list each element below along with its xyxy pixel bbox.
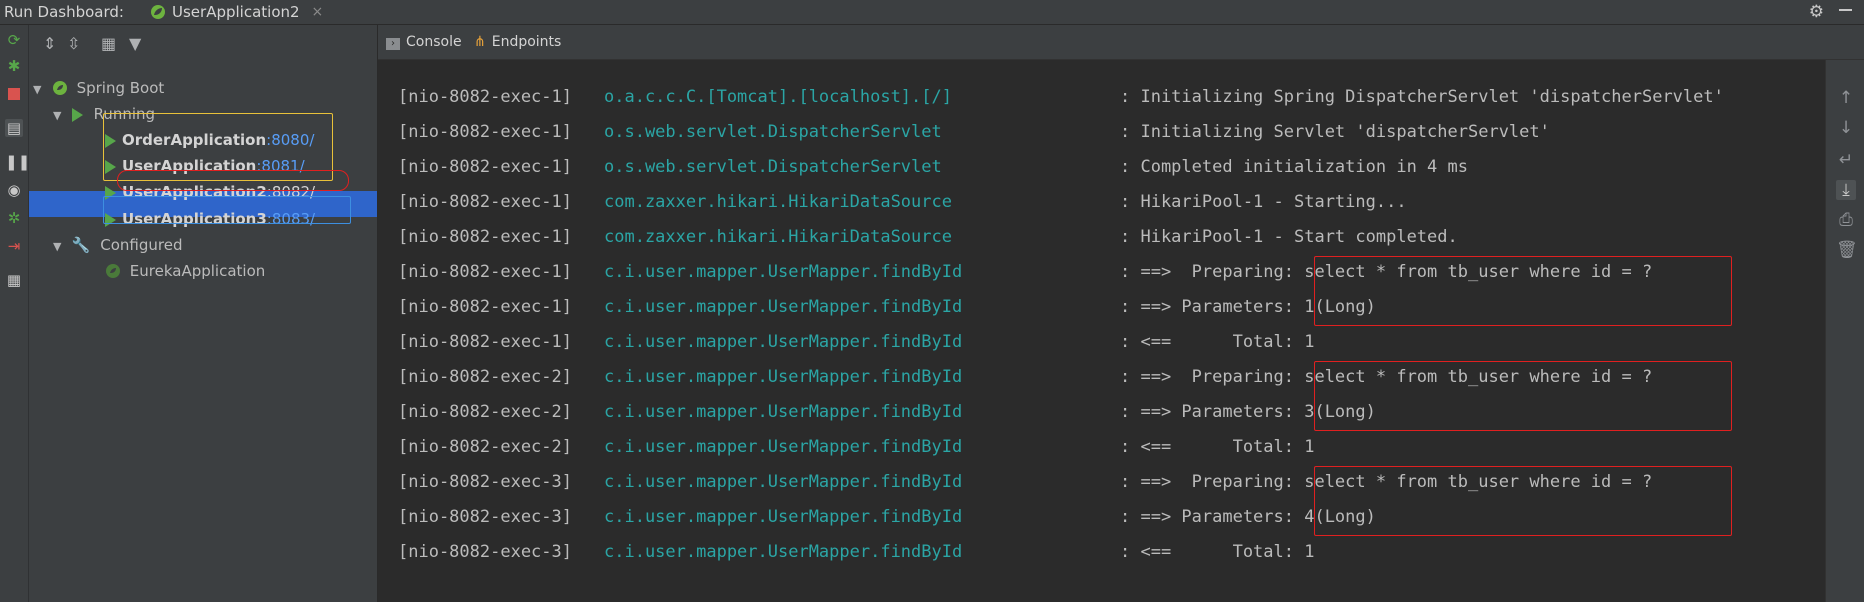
endpoints-icon: ⋔ [474,34,486,50]
run-tab-label: UserApplication2 [172,3,300,21]
expand-arrow-icon[interactable]: ▼ [53,103,67,129]
log-thread: [nio-8082-exec-2] [398,367,572,387]
spring-leaf-icon [151,5,165,19]
log-thread: [nio-8082-exec-1] [398,332,572,352]
log-logger: com.zaxxer.hikari.HikariDataSource [604,227,952,247]
camera-icon[interactable]: ◉ [5,181,23,199]
log-logger: c.i.user.mapper.UserMapper.findById [604,332,963,352]
group-by-icon[interactable]: ▤ [5,119,23,137]
tab-endpoints-label: Endpoints [491,34,562,50]
running-icon [71,107,83,122]
log-logger: c.i.user.mapper.UserMapper.findById [604,262,963,282]
log-logger: com.zaxxer.hikari.HikariDataSource [604,192,952,212]
log-message: : <== Total: 1 [1120,542,1315,562]
sql-highlight-box [1314,361,1732,431]
highlight-box-blue [103,196,351,224]
tab-console[interactable]: › Console [386,25,462,59]
spring-leaf-icon [106,264,120,278]
tree-toolbar: ⇕ ⇳ ▦ ▼ [29,25,377,61]
log-logger: c.i.user.mapper.UserMapper.findById [604,367,963,387]
log-logger: c.i.user.mapper.UserMapper.findById [604,402,963,422]
tab-console-label: Console [406,34,462,50]
log-logger: c.i.user.mapper.UserMapper.findById [604,472,963,492]
collapse-all-icon[interactable]: ⇳ [67,34,80,53]
layout-icon[interactable]: ▦ [5,271,23,289]
log-message: : Initializing Servlet 'dispatcherServle… [1120,122,1550,142]
configured-app-name: EurekaApplication [129,262,266,280]
minimize-icon[interactable] [1839,9,1852,11]
log-logger: c.i.user.mapper.UserMapper.findById [604,297,963,317]
log-thread: [nio-8082-exec-1] [398,262,572,282]
run-dashboard-tree: ⇕ ⇳ ▦ ▼ ▼ Spring Boot ▼ Running OrderApp… [29,25,378,602]
log-logger: o.s.web.servlet.DispatcherServlet [604,157,942,177]
console-area: › Console ⋔ Endpoints [nio-8082-exec-1] o.a… [378,25,1864,602]
trash-icon[interactable]: 🗑 [1836,240,1858,260]
wrench-icon: 🔧 [71,236,91,254]
log-thread: [nio-8082-exec-3] [398,472,572,492]
log-message: : <== Total: 1 [1120,332,1315,352]
window-title: Run Dashboard: [4,3,124,21]
log-thread: [nio-8082-exec-3] [398,507,572,527]
expand-arrow-icon[interactable]: ▼ [33,77,47,103]
stop-icon[interactable] [5,85,23,103]
log-thread: [nio-8082-exec-1] [398,122,572,142]
log-thread: [nio-8082-exec-1] [398,192,572,212]
gear-icon[interactable]: ⚙ [1809,0,1824,24]
tree-item-eureka-application[interactable]: EurekaApplication [105,258,265,284]
log-thread: [nio-8082-exec-3] [398,542,572,562]
log-message: : Initializing Spring DispatcherServlet … [1120,87,1724,107]
close-tab-icon[interactable]: × [312,0,324,24]
console-output[interactable]: [nio-8082-exec-1] o.a.c.c.C.[Tomcat].[loc… [378,60,1826,602]
log-thread: [nio-8082-exec-1] [398,157,572,177]
log-logger: o.s.web.servlet.DispatcherServlet [604,122,942,142]
group-services-icon[interactable]: ▦ [101,34,116,53]
left-toolbar: ⟳ ✱ ▤ ❚❚ ◉ ✲ ⇥ ▦ [0,25,30,602]
pause-icon[interactable]: ❚❚ [5,153,30,171]
scroll-up-icon[interactable]: ↑ [1836,88,1856,108]
sql-highlight-box [1314,466,1732,536]
title-bar: Run Dashboard: UserApplication2 × ⚙ [0,0,1864,25]
debug-bug-icon[interactable]: ✱ [5,57,23,75]
sql-highlight-box [1314,256,1732,326]
log-thread: [nio-8082-exec-2] [398,402,572,422]
filter-icon[interactable]: ▼ [129,34,141,53]
log-message: : HikariPool-1 - Starting... [1120,192,1407,212]
tree-node-spring-boot[interactable]: ▼ Spring Boot [33,75,164,101]
console-toolbar: ↑ ↓ ↵ ⤓ ⎙ 🗑 [1825,60,1864,602]
spring-boot-icon [52,81,67,95]
log-logger: c.i.user.mapper.UserMapper.findById [604,507,963,527]
log-message: : HikariPool-1 - Start completed. [1120,227,1458,247]
log-logger: c.i.user.mapper.UserMapper.findById [604,542,963,562]
soft-wrap-icon[interactable]: ↵ [1836,150,1856,170]
print-icon[interactable]: ⎙ [1836,210,1856,230]
rerun-icon[interactable]: ⟳ [5,31,23,49]
expand-all-icon[interactable]: ⇕ [43,34,56,53]
log-thread: [nio-8082-exec-1] [398,297,572,317]
highlight-box-red [117,170,349,191]
console-tabs: › Console ⋔ Endpoints [378,25,1864,60]
log-logger: o.a.c.c.C.[Tomcat].[localhost].[/] [604,87,952,107]
tree-node-configured[interactable]: ▼ 🔧 Configured [53,232,182,258]
expand-arrow-icon[interactable]: ▼ [53,234,67,260]
log-message: : Completed initialization in 4 ms [1120,157,1468,177]
log-thread: [nio-8082-exec-2] [398,437,572,457]
exit-icon[interactable]: ⇥ [5,237,23,255]
tab-endpoints[interactable]: ⋔ Endpoints [474,25,561,59]
log-logger: c.i.user.mapper.UserMapper.findById [604,437,963,457]
scroll-down-icon[interactable]: ↓ [1836,118,1856,138]
configured-group-label: Configured [100,236,183,254]
log-message: : <== Total: 1 [1120,437,1315,457]
console-icon: › [386,38,400,50]
settings-run-icon[interactable]: ✲ [5,209,23,227]
log-thread: [nio-8082-exec-1] [398,87,572,107]
tree-root-label: Spring Boot [76,79,165,97]
run-tab-active[interactable]: UserApplication2 × [144,0,329,24]
log-thread: [nio-8082-exec-1] [398,227,572,247]
scroll-to-end-icon[interactable]: ⤓ [1836,180,1856,200]
